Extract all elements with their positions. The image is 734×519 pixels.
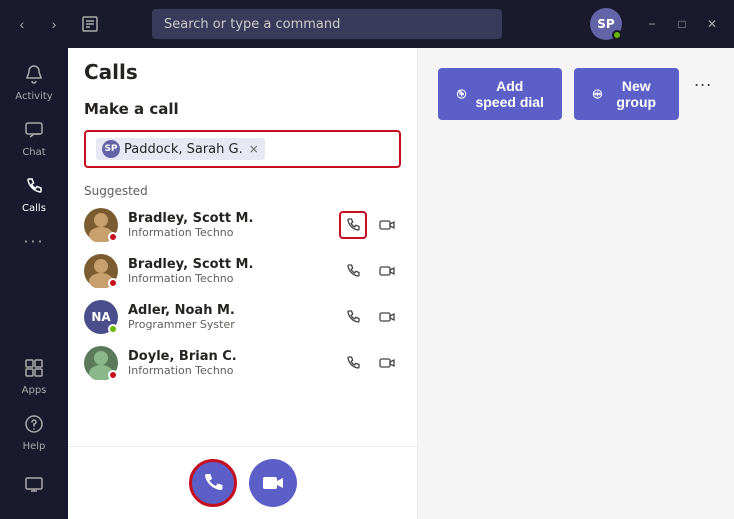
chat-icon [24, 120, 44, 145]
apps-label: Apps [22, 385, 47, 396]
compose-button[interactable] [76, 10, 104, 38]
minimize-button[interactable]: − [638, 10, 666, 38]
add-speed-dial-label: Add speed dial [475, 78, 544, 110]
list-item[interactable]: NA Adler, Noah M. Programmer Syster [68, 294, 417, 340]
more-options-button[interactable]: ··· [691, 68, 714, 100]
contact-role: Information Techno [128, 364, 329, 377]
make-video-call-button[interactable] [249, 459, 297, 507]
suggested-label: Suggested [68, 176, 417, 202]
nav-controls: ‹ › [8, 10, 68, 38]
phone-call-button[interactable] [339, 349, 367, 377]
close-button[interactable]: ✕ [698, 10, 726, 38]
list-item[interactable]: Bradley, Scott M. Information Techno [68, 202, 417, 248]
make-call-title: Make a call [68, 92, 417, 126]
contact-tag-name: Paddock, Sarah G. [124, 142, 243, 157]
help-label: Help [23, 441, 46, 452]
avatar [84, 208, 118, 242]
content-area: Add speed dial New group ··· [418, 48, 734, 519]
main: Activity Chat Calls ··· [0, 48, 734, 519]
phone-call-button[interactable] [339, 303, 367, 331]
apps-icon [24, 358, 44, 383]
titlebar: ‹ › Search or type a command SP − □ ✕ [0, 0, 734, 48]
search-bar[interactable]: Search or type a command [152, 9, 502, 39]
video-call-button[interactable] [373, 211, 401, 239]
avatar: NA [84, 300, 118, 334]
contact-actions [339, 211, 401, 239]
contact-info: Bradley, Scott M. Information Techno [128, 257, 329, 285]
forward-button[interactable]: › [40, 10, 68, 38]
video-call-button[interactable] [373, 349, 401, 377]
contact-actions [339, 349, 401, 377]
phone-call-button[interactable] [339, 211, 367, 239]
calls-panel: Calls Make a call SP Paddock, Sarah G. ×… [68, 48, 418, 519]
window-controls: − □ ✕ [638, 10, 726, 38]
help-icon [24, 414, 44, 439]
phone-call-button[interactable] [339, 257, 367, 285]
list-item[interactable]: Bradley, Scott M. Information Techno [68, 248, 417, 294]
contact-actions [339, 303, 401, 331]
sidebar-item-help[interactable]: Help [8, 406, 60, 460]
sidebar-item-chat[interactable]: Chat [8, 112, 60, 166]
more-icon: ··· [23, 232, 44, 251]
contact-role: Programmer Syster [128, 318, 329, 331]
calls-label: Calls [22, 203, 46, 214]
avatar-initials: SP [597, 17, 614, 31]
content-actions: Add speed dial New group ··· [438, 68, 714, 120]
back-button[interactable]: ‹ [8, 10, 36, 38]
video-call-button[interactable] [373, 303, 401, 331]
contact-list: Bradley, Scott M. Information Techno [68, 202, 417, 446]
sidebar: Activity Chat Calls ··· [0, 48, 68, 519]
avatar-area: SP [590, 8, 622, 40]
contact-actions [339, 257, 401, 285]
calls-icon [24, 176, 44, 201]
contact-info: Adler, Noah M. Programmer Syster [128, 303, 329, 331]
contact-info: Doyle, Brian C. Information Techno [128, 349, 329, 377]
contact-name: Doyle, Brian C. [128, 349, 329, 364]
contact-name: Adler, Noah M. [128, 303, 329, 318]
device-icon [24, 474, 44, 499]
add-speed-dial-button[interactable]: Add speed dial [438, 68, 562, 120]
call-bottom-bar [68, 446, 417, 519]
activity-icon [24, 64, 44, 89]
list-item[interactable]: Doyle, Brian C. Information Techno [68, 340, 417, 386]
make-phone-call-button[interactable] [189, 459, 237, 507]
contact-tag: SP Paddock, Sarah G. × [96, 138, 265, 160]
user-avatar[interactable]: SP [590, 8, 622, 40]
sidebar-item-activity[interactable]: Activity [8, 56, 60, 110]
contact-tag-close[interactable]: × [249, 142, 259, 156]
status-dot-busy [108, 278, 118, 288]
sidebar-item-device[interactable] [8, 466, 60, 509]
status-dot-busy [108, 370, 118, 380]
search-contact-box[interactable]: SP Paddock, Sarah G. × [84, 130, 401, 168]
new-group-label: New group [611, 78, 661, 110]
chat-label: Chat [22, 147, 45, 158]
contact-tag-initials: SP [102, 140, 120, 158]
avatar-status-badge [612, 30, 622, 40]
maximize-button[interactable]: □ [668, 10, 696, 38]
activity-label: Activity [15, 91, 52, 102]
new-group-button[interactable]: New group [574, 68, 679, 120]
avatar [84, 346, 118, 380]
sidebar-item-apps[interactable]: Apps [8, 350, 60, 404]
status-dot-busy [108, 232, 118, 242]
avatar [84, 254, 118, 288]
video-call-button[interactable] [373, 257, 401, 285]
status-dot-available [108, 324, 118, 334]
more-options-icon: ··· [694, 74, 712, 95]
panel-title: Calls [68, 48, 417, 92]
search-placeholder: Search or type a command [164, 17, 340, 32]
contact-name: Bradley, Scott M. [128, 211, 329, 226]
contact-role: Information Techno [128, 226, 329, 239]
contact-info: Bradley, Scott M. Information Techno [128, 211, 329, 239]
contact-role: Information Techno [128, 272, 329, 285]
sidebar-item-more[interactable]: ··· [8, 224, 60, 261]
contact-name: Bradley, Scott M. [128, 257, 329, 272]
sidebar-item-calls[interactable]: Calls [8, 168, 60, 222]
